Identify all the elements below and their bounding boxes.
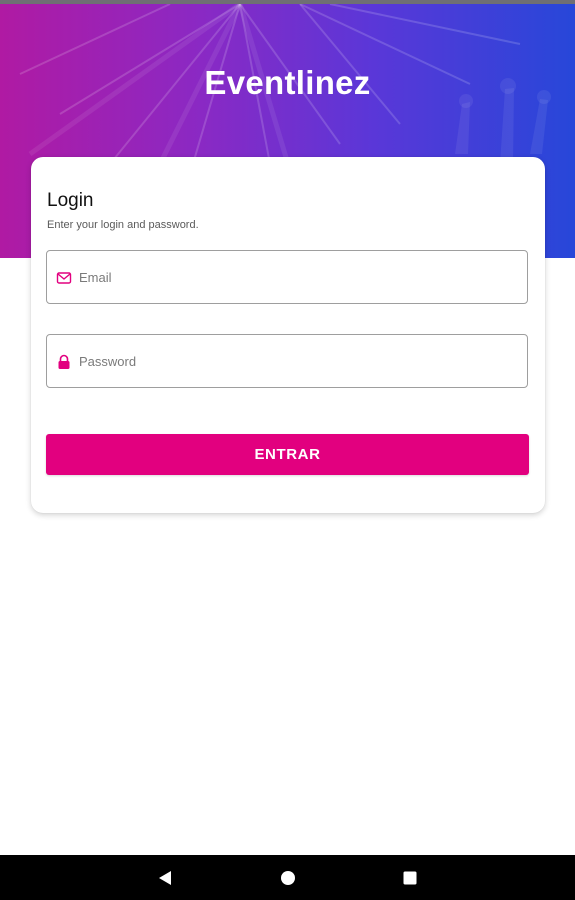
password-input[interactable] [79,335,519,387]
email-field[interactable] [46,250,528,304]
app-title: Eventlinez [204,64,371,101]
home-icon[interactable] [279,869,297,887]
system-navigation-bar [0,855,575,900]
login-card: Login Enter your login and password. ENT… [31,157,545,513]
back-icon[interactable] [156,869,174,887]
email-input[interactable] [79,251,519,303]
lock-icon [58,354,70,369]
login-title: Login [47,190,94,211]
mail-icon [56,272,72,284]
status-bar [0,0,575,4]
password-field[interactable] [46,334,528,388]
login-screen: Eventlinez Login Enter your login and pa… [0,0,575,900]
recents-icon[interactable] [401,869,419,887]
submit-button[interactable]: ENTRAR [46,434,529,475]
login-subtitle: Enter your login and password. [47,219,199,231]
